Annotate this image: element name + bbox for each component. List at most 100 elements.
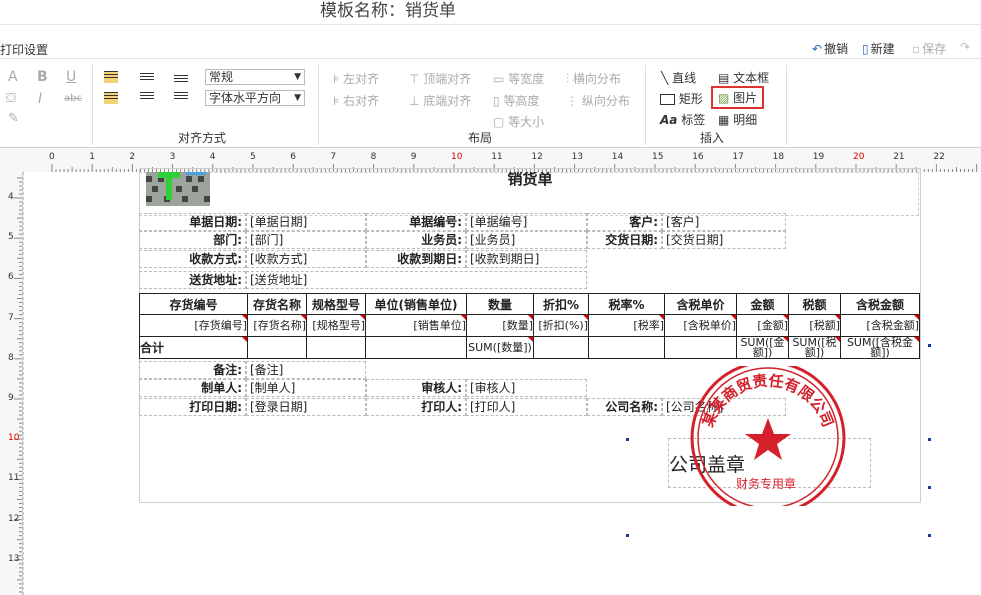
clerk-field[interactable]: [业务员]: [466, 231, 587, 249]
bill-no-label[interactable]: 单据编号:: [366, 213, 466, 231]
new-button[interactable]: ▯ 新建: [862, 40, 895, 57]
same-width-button[interactable]: ▭ 等宽度: [493, 70, 544, 87]
table-cell[interactable]: 金额: [736, 293, 789, 315]
clerk-label[interactable]: 业务员:: [366, 231, 466, 249]
table-cell[interactable]: 税率%: [588, 293, 665, 315]
undo-button[interactable]: ↶ 撤销: [812, 40, 848, 57]
fill-color-icon[interactable]: ⛋: [6, 91, 16, 106]
text-direction-select[interactable]: 字体水平方向 ▼: [205, 90, 305, 106]
table-cell[interactable]: 含税单价: [664, 293, 737, 315]
align-top-left-icon[interactable]: [104, 71, 118, 83]
department-label[interactable]: 部门:: [139, 231, 246, 249]
table-cell[interactable]: 数量: [466, 293, 534, 315]
payment-due-label[interactable]: 收款到期日:: [366, 250, 466, 268]
italic-icon[interactable]: I: [38, 91, 42, 107]
delivery-date-field[interactable]: [交货日期]: [662, 231, 786, 249]
selection-handle[interactable]: [928, 534, 931, 537]
auditor-label[interactable]: 审核人:: [366, 379, 466, 397]
table-cell[interactable]: 合计: [139, 336, 248, 359]
same-height-button[interactable]: ▯ 等高度: [493, 92, 539, 109]
table-cell[interactable]: 存货名称: [247, 293, 307, 315]
selection-handle[interactable]: [626, 534, 629, 537]
payment-method-field[interactable]: [收款方式]: [246, 250, 366, 268]
remark-label[interactable]: 备注:: [139, 361, 246, 379]
logo-image[interactable]: [146, 172, 210, 206]
font-color-icon[interactable]: A: [8, 69, 18, 85]
printer-field[interactable]: [打印人]: [466, 398, 587, 416]
table-cell[interactable]: [规格型号]: [306, 314, 366, 337]
table-cell[interactable]: [存货编号]: [139, 314, 248, 337]
table-cell[interactable]: [含税金额]: [840, 314, 920, 337]
table-cell[interactable]: [折扣(%)]: [533, 314, 589, 337]
document-heading[interactable]: 销货单: [480, 172, 580, 190]
table-cell[interactable]: [税额]: [788, 314, 841, 337]
border-pen-icon[interactable]: ✎: [8, 111, 19, 126]
print-date-field[interactable]: [登录日期]: [246, 398, 366, 416]
selection-handle[interactable]: [928, 486, 931, 489]
table-cell[interactable]: [税率]: [588, 314, 665, 337]
table-cell[interactable]: 含税金额: [840, 293, 920, 315]
table-cell[interactable]: [含税单价]: [664, 314, 737, 337]
selection-handle[interactable]: [928, 344, 931, 347]
detail-table[interactable]: 存货编号 存货名称 规格型号 单位(销售单位) 数量 折扣% 税率% 含税单价 金额 税额 含税金额…: [139, 293, 920, 359]
align-right-icon[interactable]: [174, 92, 188, 104]
company-name-label[interactable]: 公司名称:: [587, 398, 662, 416]
table-cell[interactable]: [销售单位]: [365, 314, 467, 337]
redo-button[interactable]: ↷: [960, 40, 972, 54]
selection-handle[interactable]: [626, 438, 629, 441]
print-date-label[interactable]: 打印日期:: [139, 398, 246, 416]
bill-date-label[interactable]: 单据日期:: [139, 213, 246, 231]
maker-field[interactable]: [制单人]: [246, 379, 366, 397]
underline-icon[interactable]: U: [66, 69, 76, 85]
payment-due-field[interactable]: [收款到期日]: [466, 250, 587, 268]
selection-handle[interactable]: [928, 438, 931, 441]
align-bottom-button[interactable]: ⊥ 底端对齐: [409, 92, 471, 109]
bold-icon[interactable]: B: [37, 69, 48, 85]
table-cell[interactable]: 规格型号: [306, 293, 366, 315]
align-left-button[interactable]: ⊧ 左对齐: [333, 70, 379, 87]
label-button[interactable]: Aa 标签: [660, 111, 705, 128]
align-left-icon[interactable]: [104, 92, 118, 104]
table-cell[interactable]: [664, 336, 737, 359]
vertical-distribute-button[interactable]: ⋮ 纵向分布: [566, 92, 630, 109]
align-right-button[interactable]: ⊧ 右对齐: [333, 92, 379, 109]
payment-method-label[interactable]: 收款方式:: [139, 250, 246, 268]
table-cell[interactable]: 折扣%: [533, 293, 589, 315]
line-button[interactable]: ╲ 直线: [661, 69, 696, 86]
image-button[interactable]: ▨ 图片: [711, 86, 765, 109]
delivery-date-label[interactable]: 交货日期:: [587, 231, 662, 249]
bill-no-field[interactable]: [单据编号]: [466, 213, 587, 231]
auditor-field[interactable]: [审核人]: [466, 379, 587, 397]
table-cell[interactable]: SUM([税额]): [788, 336, 841, 359]
strikethrough-icon[interactable]: abc: [64, 93, 82, 104]
customer-label[interactable]: 客户:: [587, 213, 662, 231]
department-field[interactable]: [部门]: [246, 231, 366, 249]
same-size-button[interactable]: ▢ 等大小: [493, 113, 544, 130]
maker-label[interactable]: 制单人:: [139, 379, 246, 397]
remark-field[interactable]: [备注]: [246, 361, 366, 379]
horizontal-distribute-button[interactable]: ⫶ 横向分布: [566, 70, 621, 87]
shipping-address-field[interactable]: [送货地址]: [246, 271, 587, 289]
table-cell[interactable]: [365, 336, 467, 359]
rectangle-button[interactable]: 矩形: [660, 90, 703, 107]
bill-date-field[interactable]: [单据日期]: [246, 213, 366, 231]
align-top-center-icon[interactable]: [140, 73, 154, 85]
align-top-button[interactable]: ⊤ 顶端对齐: [409, 70, 471, 87]
detail-button[interactable]: ▦ 明细: [718, 111, 757, 128]
table-cell[interactable]: [588, 336, 665, 359]
table-cell[interactable]: [306, 336, 366, 359]
table-cell[interactable]: [金额]: [736, 314, 789, 337]
save-button[interactable]: ▫ 保存: [912, 40, 946, 57]
table-cell[interactable]: [247, 336, 307, 359]
align-top-right-icon[interactable]: [174, 75, 188, 87]
font-style-select[interactable]: 常规 ▼: [205, 69, 305, 85]
customer-field[interactable]: [客户]: [662, 213, 786, 231]
table-cell[interactable]: SUM([金额]): [736, 336, 789, 359]
printer-label[interactable]: 打印人:: [366, 398, 466, 416]
textbox-button[interactable]: ▤ 文本框: [718, 69, 769, 86]
shipping-address-label[interactable]: 送货地址:: [139, 271, 246, 289]
table-cell[interactable]: 存货编号: [139, 293, 248, 315]
table-cell[interactable]: 税额: [788, 293, 841, 315]
table-cell[interactable]: [数量]: [466, 314, 534, 337]
table-cell[interactable]: [存货名称]: [247, 314, 307, 337]
